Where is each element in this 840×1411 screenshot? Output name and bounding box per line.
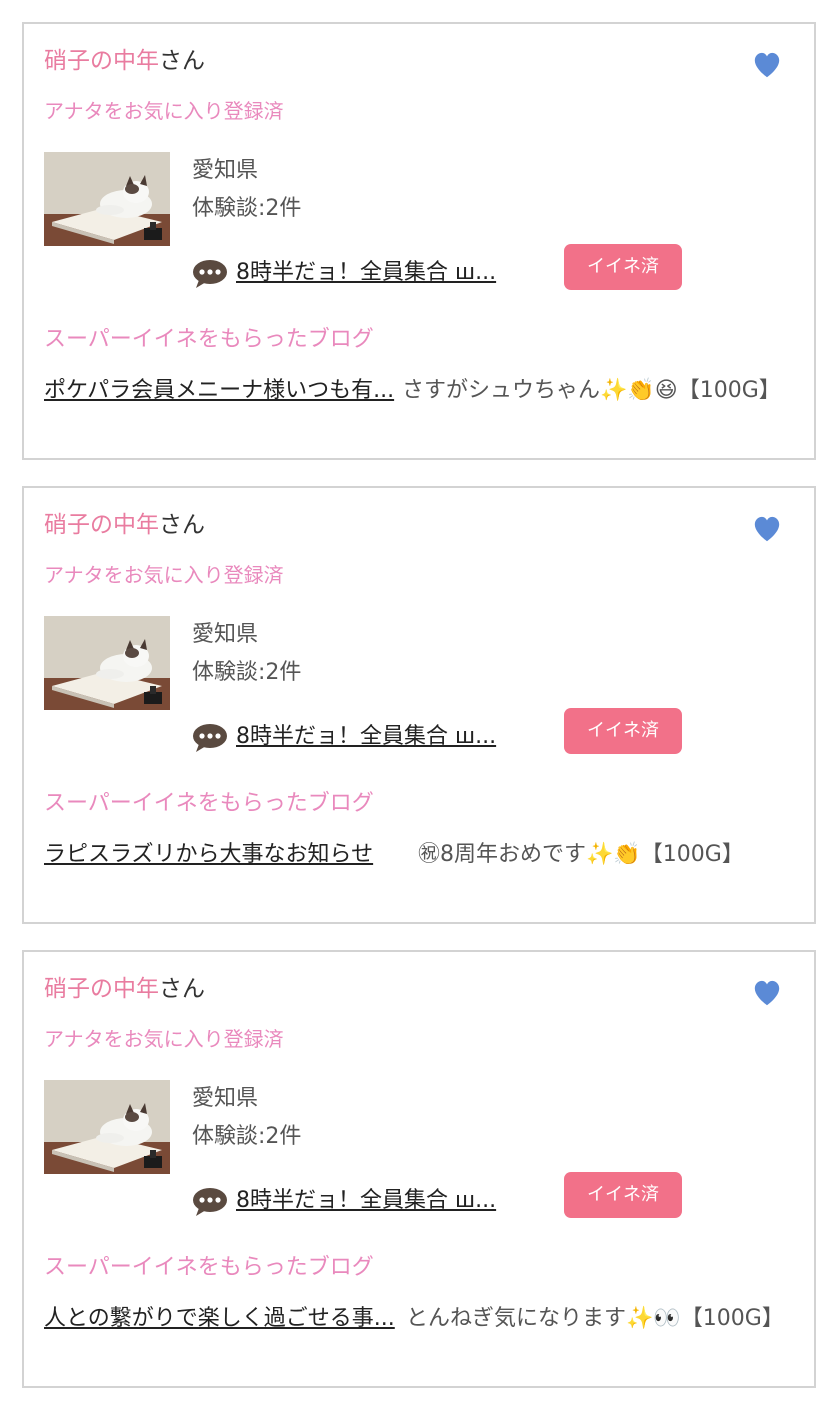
prefecture: 愛知県 xyxy=(192,1086,259,1111)
post-link[interactable]: 8時半だョ！全員集合 ш... xyxy=(236,1186,496,1216)
favorite-status: アナタをお気に入り登録済 xyxy=(44,99,284,123)
heart-icon[interactable] xyxy=(752,978,782,1008)
user-name-suffix: さん xyxy=(159,48,205,74)
cat-on-book-photo xyxy=(44,1080,170,1174)
user-avatar[interactable] xyxy=(44,152,170,246)
section-title: スーパーイイネをもらったブログ xyxy=(44,1255,374,1280)
speech-bubble-icon xyxy=(193,1188,227,1216)
experience-count: 体験談:2件 xyxy=(192,196,302,221)
blog-link[interactable]: ポケパラ会員メニーナ様いつも有... xyxy=(44,374,396,408)
section-title: スーパーイイネをもらったブログ xyxy=(44,791,374,816)
user-avatar[interactable] xyxy=(44,1080,170,1174)
user-name-line[interactable]: 硝子の中年さん xyxy=(44,508,205,542)
experience-count: 体験談:2件 xyxy=(192,1124,302,1149)
user-name-suffix: さん xyxy=(159,512,205,538)
experience-count: 体験談:2件 xyxy=(192,660,302,685)
user-name-line[interactable]: 硝子の中年さん xyxy=(44,44,205,78)
section-title: スーパーイイネをもらったブログ xyxy=(44,327,374,352)
favorite-status: アナタをお気に入り登録済 xyxy=(44,563,284,587)
speech-bubble-icon xyxy=(193,724,227,752)
speech-bubble-icon xyxy=(193,260,227,288)
user-name-suffix: さん xyxy=(159,976,205,1002)
prefecture: 愛知県 xyxy=(192,622,259,647)
heart-icon[interactable] xyxy=(752,514,782,544)
post-link[interactable]: 8時半だョ！全員集合 ш... xyxy=(236,722,496,752)
favorite-user-card: 硝子の中年さん アナタをお気に入り登録済 愛知県 体験談:2件 8時半だョ！全員… xyxy=(22,22,816,460)
user-name-line[interactable]: 硝子の中年さん xyxy=(44,972,205,1006)
heart-icon[interactable] xyxy=(752,50,782,80)
like-button[interactable]: イイネ済 xyxy=(564,244,682,290)
user-name[interactable]: 硝子の中年 xyxy=(44,48,159,74)
super-like-comment: ㊗8周年おめです✨👏【100G】 xyxy=(418,842,744,867)
post-link[interactable]: 8時半だョ！全員集合 ш... xyxy=(236,258,496,288)
user-name[interactable]: 硝子の中年 xyxy=(44,976,159,1002)
blog-link[interactable]: 人との繋がりで楽しく過ごせる事... xyxy=(44,1302,396,1336)
like-button[interactable]: イイネ済 xyxy=(564,708,682,754)
super-like-comment: とんねぎ気になります✨👀【100G】 xyxy=(406,1306,784,1331)
super-like-comment: さすがシュウちゃん✨👏😆【100G】 xyxy=(402,378,781,403)
cat-on-book-photo xyxy=(44,152,170,246)
like-button[interactable]: イイネ済 xyxy=(564,1172,682,1218)
cat-on-book-photo xyxy=(44,616,170,710)
blog-link[interactable]: ラピスラズリから大事なお知らせ xyxy=(44,838,396,872)
prefecture: 愛知県 xyxy=(192,158,259,183)
user-name[interactable]: 硝子の中年 xyxy=(44,512,159,538)
user-avatar[interactable] xyxy=(44,616,170,710)
favorite-user-card: 硝子の中年さん アナタをお気に入り登録済 愛知県 体験談:2件 8時半だョ！全員… xyxy=(22,486,816,924)
favorite-status: アナタをお気に入り登録済 xyxy=(44,1027,284,1051)
favorite-user-card: 硝子の中年さん アナタをお気に入り登録済 愛知県 体験談:2件 8時半だョ！全員… xyxy=(22,950,816,1388)
